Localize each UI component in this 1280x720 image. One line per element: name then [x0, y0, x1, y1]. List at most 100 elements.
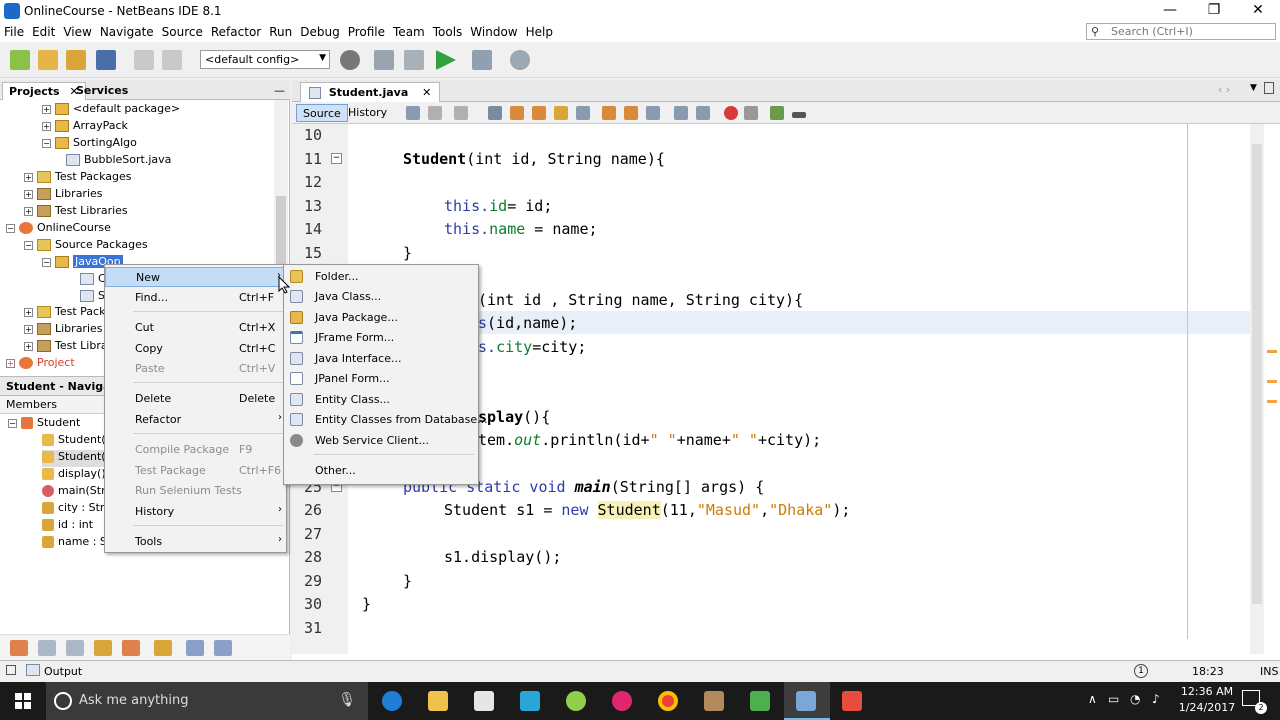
run-icon[interactable]: [436, 50, 456, 70]
menu-item-new[interactable]: New ›: [105, 267, 286, 287]
redo-icon[interactable]: [162, 50, 182, 70]
code-line[interactable]: }: [403, 572, 412, 590]
menu-item-java-package[interactable]: Java Package...: [284, 308, 478, 328]
menu-item-web-service-client[interactable]: Web Service Client...: [284, 431, 478, 451]
clean-build-icon[interactable]: [404, 50, 424, 70]
menu-tools[interactable]: Tools: [429, 22, 467, 39]
profile-icon[interactable]: [510, 50, 530, 70]
tree-item[interactable]: + Test Packages: [24, 170, 131, 187]
tab-services[interactable]: Services: [70, 82, 134, 100]
list-item[interactable]: Student(: [42, 433, 106, 450]
menu-file[interactable]: File: [0, 22, 28, 39]
tree-item[interactable]: + Libraries: [24, 187, 103, 204]
recorder-app[interactable]: [830, 682, 876, 720]
app-6[interactable]: [600, 682, 646, 720]
tray-chevron-icon[interactable]: ∧: [1088, 692, 1097, 706]
list-item[interactable]: name : S: [42, 535, 107, 552]
find-prev-icon[interactable]: [510, 106, 524, 120]
menu-item-cut[interactable]: Cut Ctrl+X: [105, 318, 286, 338]
menu-run[interactable]: Run: [265, 22, 296, 39]
undo-icon[interactable]: [134, 50, 154, 70]
rect-select-icon[interactable]: [576, 106, 590, 120]
file-explorer-app[interactable]: [416, 682, 462, 720]
fold-toggle-icon[interactable]: −: [331, 153, 342, 164]
inherited-icon[interactable]: [122, 640, 140, 656]
scrollbar-thumb[interactable]: [1252, 144, 1262, 604]
network-icon[interactable]: ▭: [1108, 692, 1119, 706]
tree-item[interactable]: + Test Libra: [24, 339, 108, 356]
restore-icon[interactable]: [6, 665, 16, 675]
tree-item[interactable]: − SortingAlgo: [42, 136, 137, 153]
back-icon[interactable]: [428, 106, 442, 120]
menu-item-java-class[interactable]: Java Class...: [284, 287, 478, 307]
tree-item[interactable]: + Libraries: [24, 322, 103, 339]
tab-student-java[interactable]: Student.java ✕: [300, 82, 441, 102]
menu-refactor[interactable]: Refactor: [207, 22, 265, 39]
clock[interactable]: 12:36 AM 1/24/2017: [1172, 684, 1242, 716]
warning-marker[interactable]: [1267, 350, 1277, 353]
debug-icon[interactable]: [472, 50, 492, 70]
tab-list-icon[interactable]: ▼: [1250, 83, 1257, 93]
tree-item[interactable]: − Source Packages: [24, 238, 148, 255]
source-button[interactable]: Source: [296, 104, 348, 122]
sort-alpha-icon[interactable]: [186, 640, 204, 656]
open-project-icon[interactable]: [66, 50, 86, 70]
config-select[interactable]: <default config> ▼: [200, 50, 330, 69]
find-next-icon[interactable]: [532, 106, 546, 120]
stop-macro-icon[interactable]: [744, 106, 758, 120]
list-item[interactable]: city : Stri: [42, 501, 108, 518]
last-edit-icon[interactable]: [406, 106, 420, 120]
menu-item-find[interactable]: Find... Ctrl+F: [105, 288, 286, 308]
toggle-highlight-icon[interactable]: [554, 106, 568, 120]
comment-icon[interactable]: [770, 106, 784, 120]
shift-right-icon[interactable]: [696, 106, 710, 120]
sort-source-icon[interactable]: [214, 640, 232, 656]
menu-item-java-interface[interactable]: Java Interface...: [284, 349, 478, 369]
filter-icon[interactable]: [10, 640, 28, 656]
tab-nav-arrows-icon[interactable]: ‹ ›: [1218, 83, 1230, 96]
code-line[interactable]: s.city=city;: [478, 338, 586, 356]
tree-item[interactable]: + Test Libraries: [24, 204, 128, 221]
camtasia-app[interactable]: [738, 682, 784, 720]
code-line[interactable]: Student s1 = new Student(11,"Masud","Dha…: [444, 501, 850, 519]
menu-item-history[interactable]: History ›: [105, 502, 286, 522]
menu-help[interactable]: Help: [522, 22, 557, 39]
volume-icon[interactable]: ♪: [1152, 692, 1160, 706]
warning-marker[interactable]: [1267, 400, 1277, 403]
history-button[interactable]: History: [342, 104, 393, 122]
code-line[interactable]: }: [362, 595, 371, 613]
close-button[interactable]: ✕: [1236, 0, 1280, 22]
menu-item-other[interactable]: Other...: [284, 461, 478, 481]
menu-item-tools[interactable]: Tools ›: [105, 532, 286, 552]
warning-marker[interactable]: [1267, 380, 1277, 383]
list-item[interactable]: − Student: [8, 416, 80, 433]
store-app[interactable]: [462, 682, 508, 720]
code-line[interactable]: this.id= id;: [444, 197, 552, 215]
code-line[interactable]: (int id , String name, String city){: [478, 291, 803, 309]
notification-icon[interactable]: 1: [1134, 664, 1148, 678]
build-hammer-icon[interactable]: [374, 50, 394, 70]
edge-app[interactable]: [370, 682, 416, 720]
next-bookmark-icon[interactable]: [624, 106, 638, 120]
editor-scrollbar[interactable]: [1250, 124, 1264, 654]
code-line[interactable]: }: [403, 244, 412, 262]
menu-item-delete[interactable]: Delete Delete: [105, 389, 286, 409]
shift-left-icon[interactable]: [674, 106, 688, 120]
prev-bookmark-icon[interactable]: [602, 106, 616, 120]
tree-item[interactable]: C: [80, 272, 106, 289]
tree-item[interactable]: + ArrayPack: [42, 119, 128, 136]
windows-start-icon[interactable]: [0, 682, 46, 720]
fields-filter-icon[interactable]: [38, 640, 56, 656]
menu-team[interactable]: Team: [389, 22, 429, 39]
list-item[interactable]: id : int: [42, 518, 93, 535]
menu-item-jframe-form[interactable]: JFrame Form...: [284, 328, 478, 348]
new-project-icon[interactable]: [38, 50, 58, 70]
menu-item-copy[interactable]: Copy Ctrl+C: [105, 339, 286, 359]
minimize-panel-icon[interactable]: —: [268, 82, 291, 100]
list-item[interactable]: main(Stri: [42, 484, 109, 501]
netbeans-app[interactable]: [784, 682, 830, 720]
code-line[interactable]: splay(){: [478, 408, 550, 426]
error-stripe[interactable]: [1264, 124, 1280, 654]
tree-item[interactable]: + Test Pack: [24, 305, 105, 322]
find-icon[interactable]: [488, 106, 502, 120]
